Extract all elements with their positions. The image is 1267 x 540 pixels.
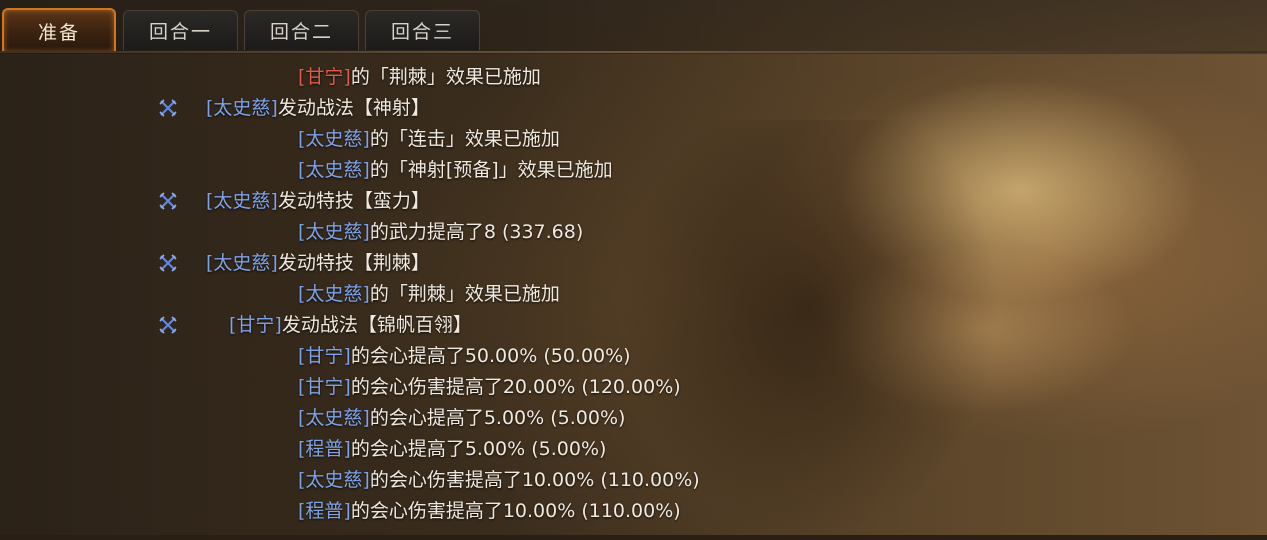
tab-prepare[interactable]: 准备 — [2, 8, 116, 52]
tab-bar-divider — [0, 51, 1267, 53]
log-text: 的「荆棘」效果已施加 — [369, 283, 560, 305]
general-name: [太史慈] — [298, 221, 370, 243]
general-name: [太史慈] — [298, 283, 370, 305]
crossed-swords-icon — [159, 316, 177, 334]
log-text: 的会心伤害提高了10.00% (110.00%) — [350, 500, 681, 522]
log-text: 的会心提高了5.00% (5.00%) — [350, 438, 607, 460]
log-text: 的会心提高了5.00% (5.00%) — [369, 407, 626, 429]
crossed-swords-icon — [159, 254, 177, 272]
log-action-line: [太史慈]发动战法【神射】 — [206, 94, 430, 122]
general-name: [太史慈] — [298, 407, 370, 429]
log-action-line: [太史慈]发动特技【荆棘】 — [206, 249, 430, 277]
log-effect-line: [太史慈]的会心提高了5.00% (5.00%) — [298, 404, 625, 432]
general-name: [程普] — [298, 500, 351, 522]
log-action-line: [甘宁]发动战法【锦帆百翎】 — [229, 311, 472, 339]
general-name: [太史慈] — [206, 97, 278, 119]
tab-round-three[interactable]: 回合三 — [365, 10, 480, 50]
log-action-line: [太史慈]发动特技【蛮力】 — [206, 187, 430, 215]
log-text: 的会心伤害提高了10.00% (110.00%) — [369, 469, 700, 491]
log-effect-line: [甘宁]的会心伤害提高了20.00% (120.00%) — [298, 373, 681, 401]
general-name: [太史慈] — [298, 159, 370, 181]
general-name: [太史慈] — [206, 190, 278, 212]
log-text: 发动特技【蛮力】 — [277, 190, 430, 212]
log-effect-line: [程普]的会心伤害提高了10.00% (110.00%) — [298, 497, 681, 525]
crossed-swords-icon — [159, 192, 177, 210]
log-text: 的会心伤害提高了20.00% (120.00%) — [350, 376, 681, 398]
tab-round-one[interactable]: 回合一 — [123, 10, 238, 50]
log-text: 的武力提高了8 (337.68) — [369, 221, 584, 243]
log-effect-line: [太史慈]的「连击」效果已施加 — [298, 125, 560, 153]
general-name: [太史慈] — [206, 252, 278, 274]
log-text: 的「神射[预备]」效果已施加 — [369, 159, 613, 181]
log-text: 发动特技【荆棘】 — [277, 252, 430, 274]
log-effect-line: [太史慈]的会心伤害提高了10.00% (110.00%) — [298, 466, 700, 494]
log-text: 发动战法【神射】 — [277, 97, 430, 119]
tab-round-two[interactable]: 回合二 — [244, 10, 359, 50]
general-name: [太史慈] — [298, 128, 370, 150]
general-name: [太史慈] — [298, 469, 370, 491]
crossed-swords-icon — [159, 99, 177, 117]
log-effect-line: [甘宁]的会心提高了50.00% (50.00%) — [298, 342, 631, 370]
general-name: [甘宁] — [229, 314, 282, 336]
general-name: [甘宁] — [298, 66, 351, 88]
log-text: 的会心提高了50.00% (50.00%) — [350, 345, 631, 367]
log-text: 发动战法【锦帆百翎】 — [281, 314, 472, 336]
log-effect-line: [太史慈]的「神射[预备]」效果已施加 — [298, 156, 613, 184]
log-effect-line: [太史慈]的「荆棘」效果已施加 — [298, 280, 560, 308]
log-text: 的「连击」效果已施加 — [369, 128, 560, 150]
log-text: 的「荆棘」效果已施加 — [350, 66, 541, 88]
general-name: [甘宁] — [298, 376, 351, 398]
round-tab-bar: 准备 回合一 回合二 回合三 — [0, 0, 1267, 54]
log-effect-line: [太史慈]的武力提高了8 (337.68) — [298, 218, 583, 246]
general-name: [程普] — [298, 438, 351, 460]
log-effect-line: [甘宁]的「荆棘」效果已施加 — [298, 63, 541, 91]
general-name: [甘宁] — [298, 345, 351, 367]
log-effect-line: [程普]的会心提高了5.00% (5.00%) — [298, 435, 606, 463]
